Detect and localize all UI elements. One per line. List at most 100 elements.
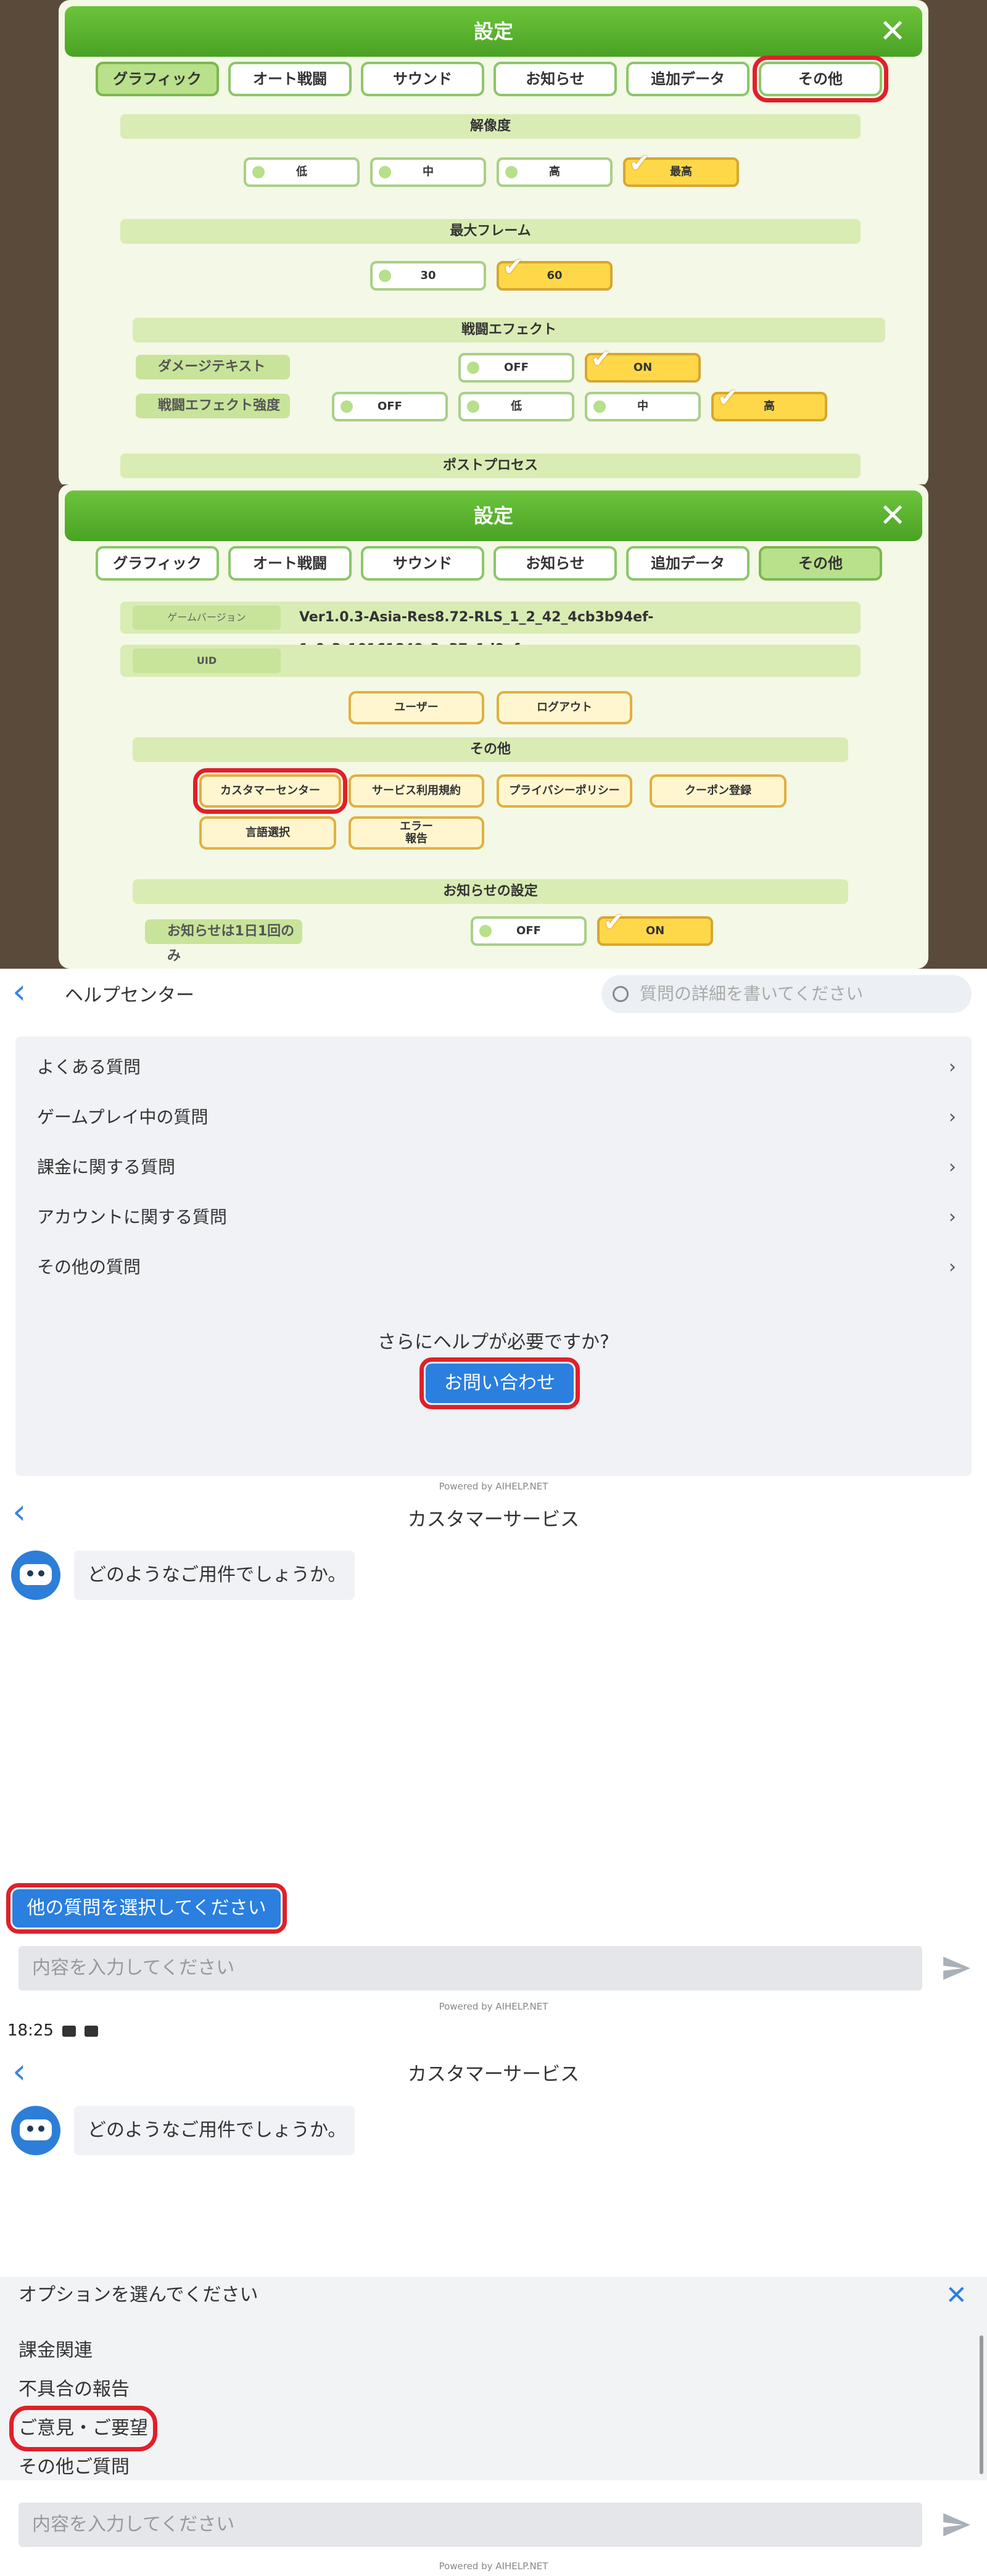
privacy-button[interactable]: プライバシーポリシー — [497, 774, 632, 808]
radio-dot-icon — [467, 400, 479, 413]
powered-by: Powered by AIHELP.NET — [439, 1481, 548, 1492]
resolution-header: 解像度 — [120, 114, 861, 139]
tab-auto-battle[interactable]: オート戦闘 — [228, 546, 352, 581]
option-label: OFF — [378, 400, 402, 413]
select-question-button[interactable]: 他の質問を選択してください — [6, 1883, 287, 1934]
uid-key: UID — [133, 648, 281, 673]
scrollbar[interactable] — [980, 2335, 983, 2474]
frame-30[interactable]: 30 — [370, 261, 486, 291]
send-icon[interactable] — [941, 1953, 972, 1984]
option-label: 最高 — [670, 165, 692, 178]
search-input[interactable]: 質問の詳細を書いてください — [601, 975, 972, 1013]
coupon-button[interactable]: クーポン登録 — [650, 774, 787, 808]
tab-other[interactable]: その他 — [753, 56, 888, 102]
faq-item[interactable]: アカウントに関する質問 › — [37, 1199, 962, 1236]
powered-by: Powered by AIHELP.NET — [439, 2561, 548, 2572]
bot-message: どのようなご用件でしょうか。 — [74, 1551, 355, 1600]
game-version-key: ゲームバージョン — [133, 605, 281, 630]
powered-by: Powered by AIHELP.NET — [439, 2001, 548, 2012]
tab-other[interactable]: その他 — [759, 546, 882, 581]
tab-notice[interactable]: お知らせ — [493, 546, 617, 581]
tab-sound[interactable]: サウンド — [361, 546, 484, 581]
tab-notice[interactable]: お知らせ — [493, 62, 617, 96]
options-drawer: オプションを選んでください ✕ 課金関連 不具合の報告 ご意見・ご要望 その他ご… — [0, 2277, 987, 2480]
option-label: 中 — [423, 165, 434, 178]
tab-auto-battle[interactable]: オート戦闘 — [228, 62, 352, 96]
need-help-text: さらにヘルプが必要ですか? — [378, 1331, 609, 1353]
resolution-low[interactable]: 低 — [244, 157, 360, 187]
settings-title: 設定 — [473, 504, 513, 528]
radio-dot-icon — [479, 925, 492, 937]
resolution-high[interactable]: 高 — [497, 157, 613, 187]
faq-label: その他の質問 — [37, 1257, 141, 1277]
damage-text-on[interactable]: ✔ ON — [585, 347, 701, 383]
settings-tabs: グラフィック オート戦闘 サウンド お知らせ 追加データ その他 — [96, 546, 894, 581]
resolution-mid[interactable]: 中 — [370, 157, 486, 187]
back-arrow-icon[interactable]: ‹ — [12, 974, 37, 1011]
resolution-max[interactable]: ✔ 最高 — [623, 151, 739, 187]
game-settings-other: 設定 ✕ グラフィック オート戦闘 サウンド お知らせ 追加データ その他 ゲー… — [0, 484, 987, 969]
option-other[interactable]: その他ご質問 — [19, 2450, 130, 2485]
game-settings-graphics: 設定 ✕ グラフィック オート戦闘 サウンド お知らせ 追加データ その他 解像… — [0, 0, 987, 487]
chevron-right-icon: › — [949, 1206, 956, 1228]
effect-off[interactable]: OFF — [332, 392, 448, 421]
language-button[interactable]: 言語選択 — [199, 816, 336, 850]
terms-button[interactable]: サービス利用規約 — [349, 774, 484, 808]
effect-low[interactable]: 低 — [458, 392, 574, 421]
message-input[interactable]: 内容を入力してください — [19, 1946, 922, 1990]
option-label: 低 — [511, 400, 522, 413]
faq-item[interactable]: よくある質問 › — [37, 1049, 962, 1086]
logout-button[interactable]: ログアウト — [497, 691, 632, 724]
effect-high[interactable]: ✔ 高 — [711, 386, 827, 421]
tab-extra-data[interactable]: 追加データ — [626, 62, 750, 96]
tab-graphics[interactable]: グラフィック — [96, 62, 219, 96]
help-center-body: よくある質問 › ゲームプレイ中の質問 › 課金に関する質問 › アカウントに関する質… — [15, 1037, 972, 1476]
checkmark-icon: ✔ — [629, 149, 650, 178]
close-icon[interactable]: ✕ — [946, 2282, 967, 2308]
option-label: ON — [633, 361, 653, 374]
bot-avatar — [11, 2106, 60, 2155]
contact-button[interactable]: お問い合わせ — [419, 1357, 580, 1409]
faq-item[interactable]: その他の質問 › — [37, 1249, 962, 1286]
settings-panel: 設定 ✕ グラフィック オート戦闘 サウンド お知らせ 追加データ その他 解像… — [59, 0, 928, 487]
option-bug-report[interactable]: 不具合の報告 — [19, 2372, 130, 2407]
option-billing[interactable]: 課金関連 — [19, 2334, 93, 2368]
faq-label: ゲームプレイ中の質問 — [37, 1107, 209, 1127]
customer-center-button[interactable]: カスタマーセンター — [193, 768, 347, 814]
search-icon — [613, 986, 629, 1002]
faq-label: アカウントに関する質問 — [37, 1207, 228, 1227]
notice-on[interactable]: ✔ ON — [597, 910, 713, 946]
user-button[interactable]: ユーザー — [349, 691, 484, 724]
effect-mid[interactable]: 中 — [585, 392, 701, 421]
send-icon[interactable] — [941, 2509, 972, 2540]
option-label: 中 — [637, 400, 648, 413]
close-icon[interactable]: ✕ — [875, 14, 910, 49]
tab-extra-data[interactable]: 追加データ — [626, 546, 750, 581]
settings-title: 設定 — [473, 20, 513, 43]
damage-text-off[interactable]: OFF — [458, 353, 574, 383]
option-feedback[interactable]: ご意見・ご要望 — [9, 2406, 157, 2451]
close-icon[interactable]: ✕ — [875, 499, 910, 533]
battle-effect-header: 戦闘エフェクト — [133, 318, 885, 342]
checkmark-icon: ✔ — [503, 253, 524, 281]
tab-graphics[interactable]: グラフィック — [96, 546, 219, 581]
faq-item[interactable]: ゲームプレイ中の質問 › — [37, 1099, 962, 1136]
faq-label: 課金に関する質問 — [37, 1157, 176, 1177]
tab-sound[interactable]: サウンド — [361, 62, 484, 96]
radio-dot-icon — [379, 166, 391, 178]
faq-item[interactable]: 課金に関する質問 › — [37, 1149, 962, 1186]
text-icon — [84, 2025, 98, 2037]
radio-dot-icon — [505, 166, 518, 178]
radio-dot-icon — [379, 270, 391, 282]
settings-panel: 設定 ✕ グラフィック オート戦闘 サウンド お知らせ 追加データ その他 ゲー… — [59, 484, 928, 969]
chat-screen: ‹ カスタマーサービス どのようなご用件でしょうか。 他の質問を選択してください… — [0, 1496, 987, 2018]
checkmark-icon: ✔ — [591, 345, 612, 373]
error-report-button[interactable]: エラー 報告 — [349, 816, 484, 850]
frame-60[interactable]: ✔ 60 — [497, 255, 613, 291]
notice-off[interactable]: OFF — [471, 916, 587, 946]
chat-options-screen: 18:25 ‹ カスタマーサービス どのようなご用件でしょうか。 オプションを選… — [0, 2018, 987, 2576]
radio-dot-icon — [467, 362, 479, 374]
chevron-right-icon: › — [949, 1056, 956, 1078]
message-input[interactable]: 内容を入力してください — [19, 2503, 922, 2547]
faq-label: よくある質問 — [37, 1057, 141, 1077]
